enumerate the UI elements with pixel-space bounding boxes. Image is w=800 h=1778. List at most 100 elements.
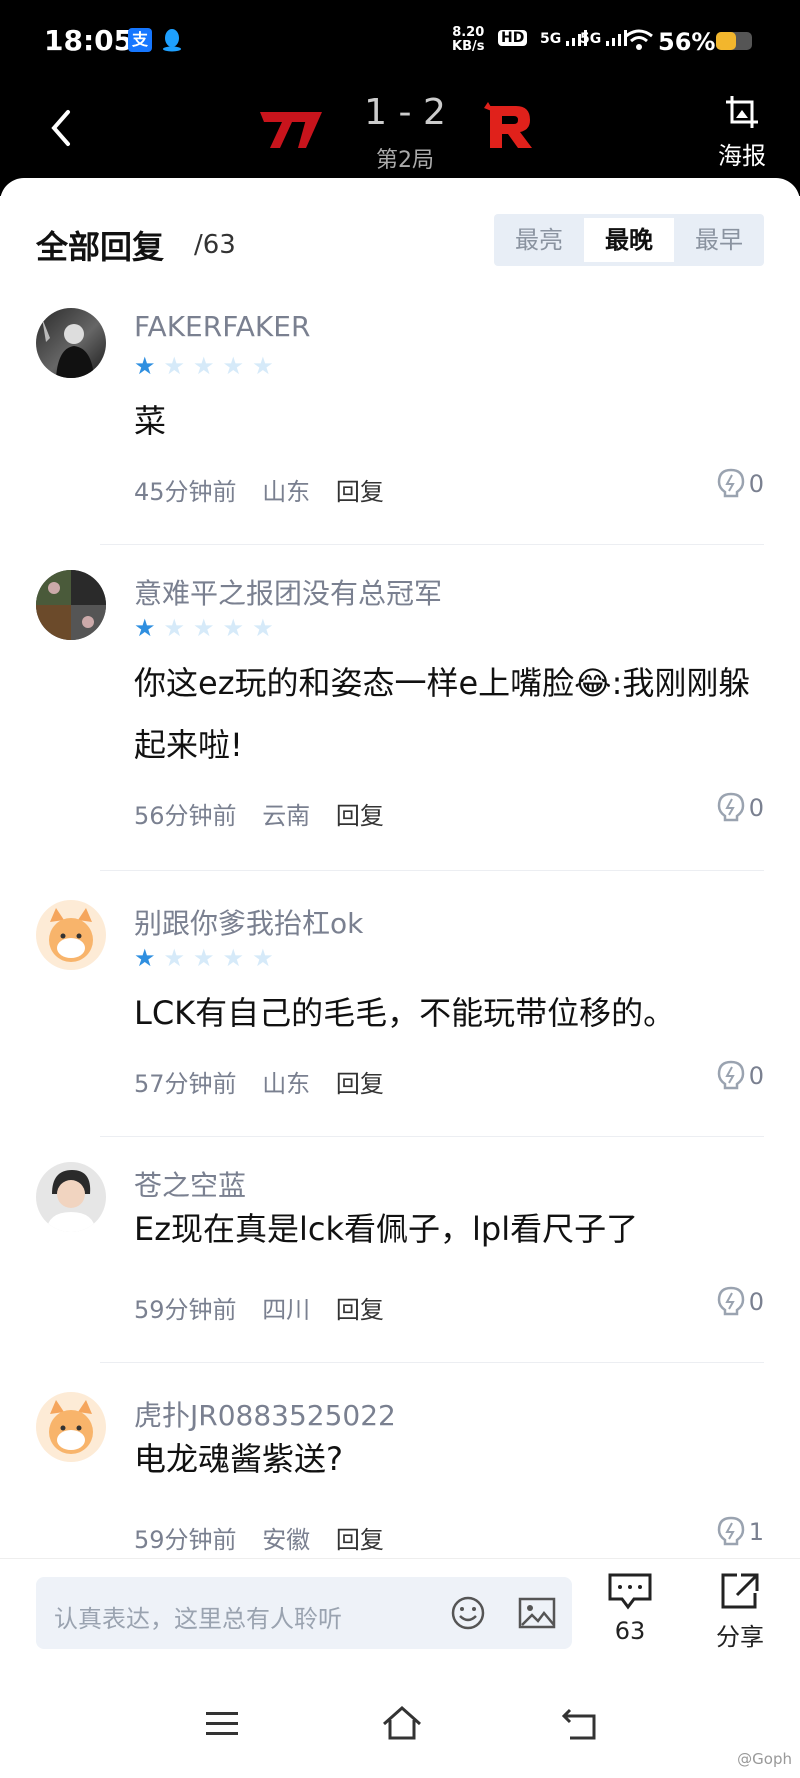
star-icon: ★	[252, 614, 274, 642]
avatar[interactable]	[36, 900, 106, 970]
comment-item: 虎扑JR0883525022 电龙魂酱紫送? 59分钟前 安徽 回复 1	[0, 1392, 800, 1558]
comment-location: 四川	[262, 1296, 311, 1324]
comment-text: 电龙魂酱紫送?	[134, 1440, 343, 1478]
comment-text: 你这ez玩的和姿态一样e上嘴脸😂:我刚刚躲起来啦!	[134, 664, 751, 764]
reply-button[interactable]: 回复	[336, 802, 384, 830]
replies-count: /63	[194, 230, 236, 260]
lightbulb-icon	[717, 1060, 744, 1090]
like-count: 0	[748, 1062, 764, 1090]
share-button[interactable]: 分享	[700, 1571, 780, 1652]
comment-item: 别跟你爹我抬杠ok ★ ★ ★ ★ ★ LCK有自己的毛毛，不能玩带位移的。 57分钟前…	[0, 900, 800, 1162]
match-score: 1 - 2	[364, 92, 446, 133]
reply-button[interactable]: 回复	[336, 1296, 384, 1324]
star-icon: ★	[134, 352, 156, 380]
back-nav-icon[interactable]	[560, 1706, 600, 1742]
divider	[100, 870, 764, 871]
comment-input-bar: 认真表达，这里总有人聆听 63 分享	[0, 1558, 800, 1667]
team1-logo[interactable]	[258, 104, 324, 158]
replies-panel: 全部回复 /63 最亮 最晚 最早 FAKERFAKER ★ ★ ★ ★ ★ 菜 45分…	[0, 178, 800, 1558]
lightbulb-icon	[717, 792, 744, 822]
like-button[interactable]: 1	[717, 1516, 764, 1548]
comment-time: 45分钟前	[134, 478, 237, 506]
comment-item: FAKERFAKER ★ ★ ★ ★ ★ 菜 45分钟前 山东 回复 0	[0, 308, 800, 568]
sort-tab-earliest[interactable]: 最早	[674, 214, 764, 266]
image-icon[interactable]	[518, 1595, 556, 1631]
comment-time: 56分钟前	[134, 802, 237, 830]
like-count: 0	[748, 794, 764, 822]
avatar[interactable]	[36, 570, 106, 640]
comment-username[interactable]: 意难平之报团没有总冠军	[134, 572, 442, 612]
comment-location: 云南	[262, 802, 311, 830]
comment-input[interactable]: 认真表达，这里总有人聆听	[36, 1577, 572, 1649]
comment-location: 安徽	[262, 1526, 311, 1554]
star-icon: ★	[222, 944, 245, 972]
comment-bubble-icon	[608, 1573, 652, 1610]
divider	[100, 1136, 764, 1137]
like-button[interactable]: 0	[717, 1286, 764, 1318]
star-icon: ★	[193, 352, 215, 380]
star-icon: ★	[222, 614, 245, 642]
lightbulb-icon	[717, 468, 744, 498]
comment-location: 山东	[262, 1070, 311, 1098]
avatar[interactable]	[36, 1392, 106, 1462]
sort-tab-hot[interactable]: 最亮	[494, 214, 584, 266]
share-label: 分享	[716, 1623, 764, 1651]
status-time: 18:05	[44, 24, 134, 57]
comment-meta: 59分钟前 安徽 回复	[134, 1520, 402, 1555]
comment-time: 59分钟前	[134, 1526, 237, 1554]
comment-input-placeholder: 认真表达，这里总有人聆听	[54, 1605, 342, 1633]
comment-username[interactable]: 别跟你爹我抬杠ok	[134, 902, 363, 942]
back-button[interactable]	[40, 106, 84, 150]
reply-button[interactable]: 回复	[336, 478, 384, 506]
comment-meta: 45分钟前 山东 回复	[134, 472, 402, 507]
star-icon: ★	[163, 614, 186, 642]
comment-item: 意难平之报团没有总冠军 ★ ★ ★ ★ ★ 你这ez玩的和姿态一样e上嘴脸😂:我刚刚躲起…	[0, 570, 800, 900]
like-count: 0	[748, 1288, 764, 1316]
comment-text: 菜	[134, 402, 167, 440]
sort-tab-latest[interactable]: 最晚	[584, 218, 674, 262]
comment-username[interactable]: FAKERFAKER	[134, 310, 310, 343]
reply-button[interactable]: 回复	[336, 1070, 384, 1098]
poster-button[interactable]: 海报	[712, 94, 772, 171]
comment-time: 59分钟前	[134, 1296, 237, 1324]
like-count: 0	[748, 470, 764, 498]
star-icon: ★	[193, 944, 215, 972]
menu-icon[interactable]	[202, 1708, 242, 1740]
comment-text: Ez现在真是lck看佩子，lpl看尺子了	[134, 1210, 639, 1248]
like-button[interactable]: 0	[717, 792, 764, 824]
crop-icon	[726, 96, 758, 128]
star-icon: ★	[252, 352, 274, 380]
replies-title: 全部回复	[36, 228, 165, 266]
like-count: 1	[748, 1518, 764, 1546]
battery-percent: 56%	[658, 28, 716, 56]
team2-logo[interactable]	[480, 98, 536, 158]
divider	[100, 1362, 764, 1363]
avatar[interactable]	[36, 308, 106, 378]
poster-label: 海报	[718, 142, 766, 170]
signal-2-icon: 5G	[580, 30, 628, 47]
star-icon: ★	[134, 944, 156, 972]
star-icon: ★	[252, 944, 274, 972]
like-button[interactable]: 0	[717, 468, 764, 500]
avatar[interactable]	[36, 1162, 106, 1232]
comment-meta: 56分钟前 云南 回复	[134, 796, 402, 831]
comment-location: 山东	[262, 478, 311, 506]
reply-button[interactable]: 回复	[336, 1526, 384, 1554]
divider	[100, 544, 764, 545]
home-icon[interactable]	[380, 1704, 424, 1744]
share-icon	[721, 1573, 759, 1609]
rating-stars: ★ ★ ★ ★ ★	[134, 616, 274, 640]
star-icon: ★	[134, 614, 156, 642]
star-icon: ★	[193, 614, 215, 642]
game-number: 第2局	[376, 148, 434, 173]
comment-time: 57分钟前	[134, 1070, 237, 1098]
watermark: @Goph	[737, 1750, 792, 1768]
comments-button[interactable]: 63	[590, 1571, 670, 1645]
star-icon: ★	[163, 944, 186, 972]
rating-stars: ★ ★ ★ ★ ★	[134, 946, 274, 970]
lightbulb-icon	[717, 1516, 744, 1546]
like-button[interactable]: 0	[717, 1060, 764, 1092]
wifi-icon	[624, 28, 654, 52]
emoji-icon[interactable]	[450, 1595, 486, 1631]
battery-icon	[716, 32, 752, 50]
